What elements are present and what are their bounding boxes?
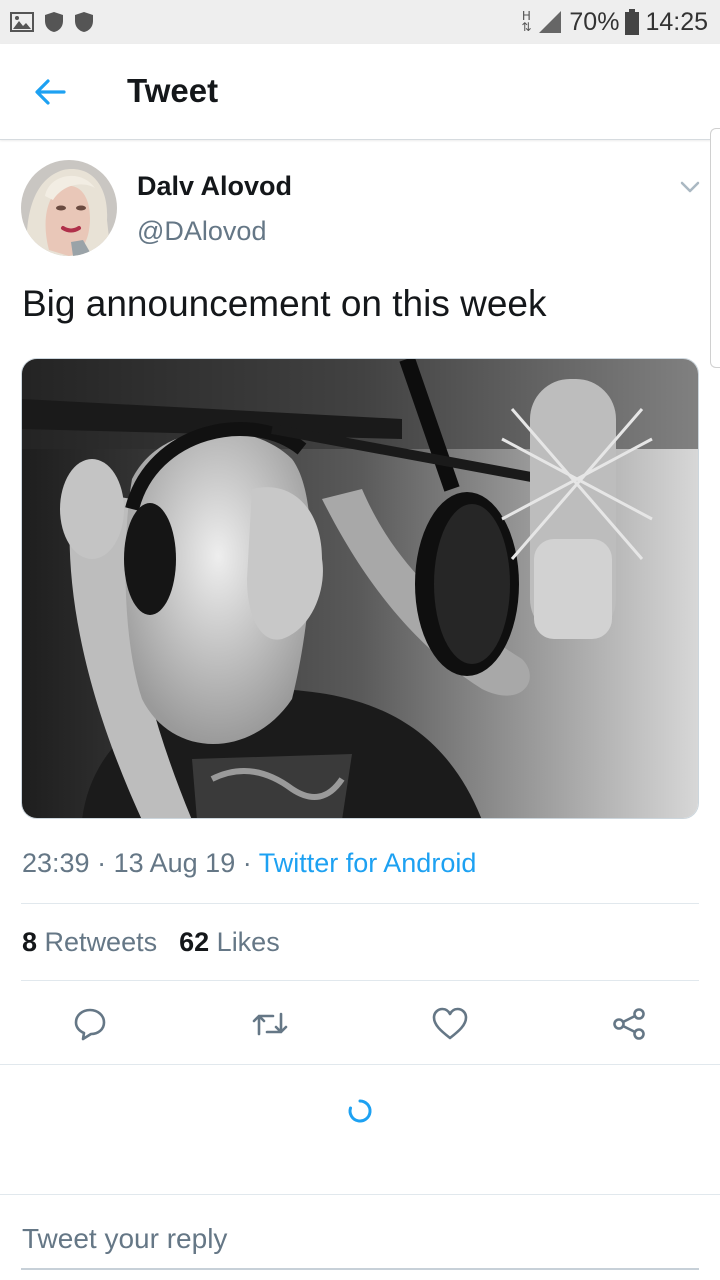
notification-icons bbox=[10, 11, 94, 33]
scroll-indicator bbox=[710, 128, 720, 368]
shield-icon bbox=[45, 12, 63, 32]
loading-indicator bbox=[346, 1097, 374, 1125]
app-bar: Tweet bbox=[0, 44, 720, 140]
like-button[interactable] bbox=[428, 1002, 472, 1046]
back-button[interactable] bbox=[30, 74, 70, 110]
signal-icon bbox=[539, 11, 562, 33]
tweet-meta: 23:39 · 13 Aug 19 · Twitter for Android bbox=[22, 848, 476, 879]
battery-percent: 70% bbox=[569, 7, 620, 36]
divider bbox=[21, 980, 699, 981]
tweet-media-image[interactable] bbox=[21, 358, 699, 819]
arrow-left-icon bbox=[35, 79, 66, 105]
likes-stat[interactable]: 62 Likes bbox=[179, 927, 280, 958]
likes-label: Likes bbox=[216, 927, 280, 957]
divider bbox=[21, 903, 699, 904]
separator: · bbox=[97, 848, 114, 878]
share-icon bbox=[613, 1008, 645, 1040]
separator: · bbox=[242, 848, 259, 878]
share-button[interactable] bbox=[607, 1002, 651, 1046]
clock: 14:25 bbox=[645, 7, 708, 36]
author-name[interactable]: Dalv Alovod bbox=[137, 171, 292, 202]
tweet-date: 13 Aug 19 bbox=[113, 848, 236, 878]
page-title: Tweet bbox=[127, 72, 219, 109]
likes-count: 62 bbox=[179, 927, 210, 957]
system-indicators: H ⇅ 70% 14:25 bbox=[521, 8, 708, 37]
avatar[interactable] bbox=[21, 160, 117, 256]
reply-input[interactable]: Tweet your reply bbox=[22, 1223, 227, 1255]
tweet-menu-button[interactable] bbox=[676, 176, 704, 198]
retweet-button[interactable] bbox=[248, 1002, 292, 1046]
divider bbox=[0, 1064, 720, 1065]
tweet-stats: 8 Retweets 62 Likes bbox=[22, 927, 280, 958]
battery-icon bbox=[625, 9, 640, 35]
retweets-label: Retweets bbox=[44, 927, 158, 957]
retweets-stat[interactable]: 8 Retweets bbox=[22, 927, 157, 958]
tweet-time: 23:39 bbox=[22, 848, 90, 878]
comment-icon bbox=[74, 1008, 106, 1041]
spinner-icon bbox=[348, 1099, 372, 1123]
divider bbox=[0, 1194, 720, 1195]
heart-icon bbox=[432, 1007, 468, 1040]
avatar-image bbox=[21, 160, 117, 256]
tweet-actions bbox=[0, 998, 720, 1050]
retweet-icon bbox=[252, 1012, 288, 1036]
gallery-icon bbox=[10, 12, 34, 32]
shield-icon bbox=[75, 12, 93, 32]
status-bar: H ⇅ 70% 14:25 bbox=[0, 0, 720, 44]
studio-photo bbox=[22, 359, 698, 818]
author-handle[interactable]: @DAlovod bbox=[137, 216, 266, 247]
tweet-source-link[interactable]: Twitter for Android bbox=[259, 848, 477, 878]
chevron-down-icon bbox=[680, 181, 700, 193]
retweets-count: 8 bbox=[22, 927, 38, 957]
reply-button[interactable] bbox=[68, 1002, 112, 1046]
reply-input-underline bbox=[21, 1268, 699, 1270]
network-type: H ⇅ bbox=[521, 9, 532, 34]
tweet-text: Big announcement on this week bbox=[22, 283, 547, 324]
